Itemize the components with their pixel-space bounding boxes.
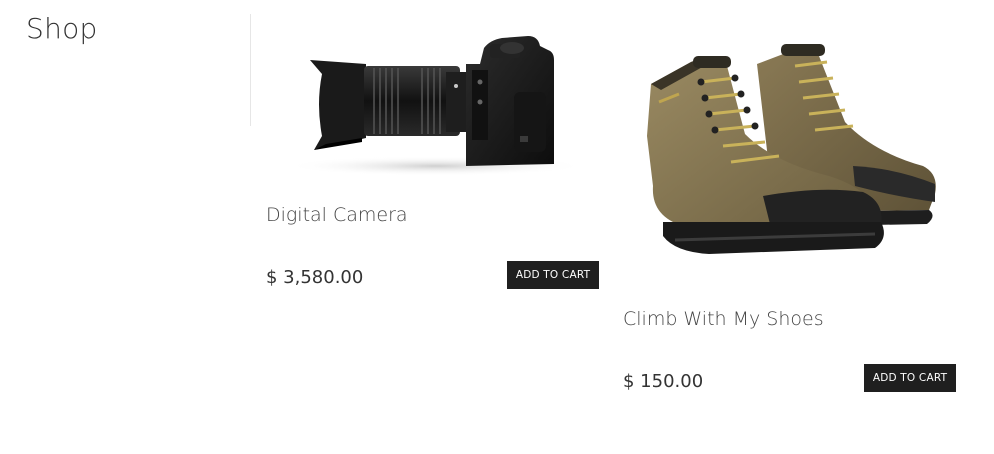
product-image-hiking-boots[interactable] xyxy=(623,26,957,282)
product-name[interactable]: Climb With My Shoes xyxy=(623,308,824,330)
product-card-climb-with-my-shoes: Climb With My Shoes $ 150.00 ADD TO CART xyxy=(623,26,957,400)
camera-illustration xyxy=(286,36,586,176)
shop-page: Shop Digital Camera $ 3,580.00 ADD TO CA… xyxy=(0,0,994,454)
add-to-cart-button[interactable]: ADD TO CART xyxy=(507,261,599,289)
product-name[interactable]: Digital Camera xyxy=(266,204,408,226)
product-image-digital-camera[interactable] xyxy=(266,26,600,186)
sidebar-divider xyxy=(250,14,251,126)
add-to-cart-button[interactable]: ADD TO CART xyxy=(864,364,956,392)
product-card-digital-camera: Digital Camera $ 3,580.00 ADD TO CART xyxy=(266,26,600,296)
page-title: Shop xyxy=(26,12,98,45)
product-price: $ 150.00 xyxy=(623,371,704,392)
boots-illustration xyxy=(647,44,936,254)
product-price: $ 3,580.00 xyxy=(266,267,364,288)
